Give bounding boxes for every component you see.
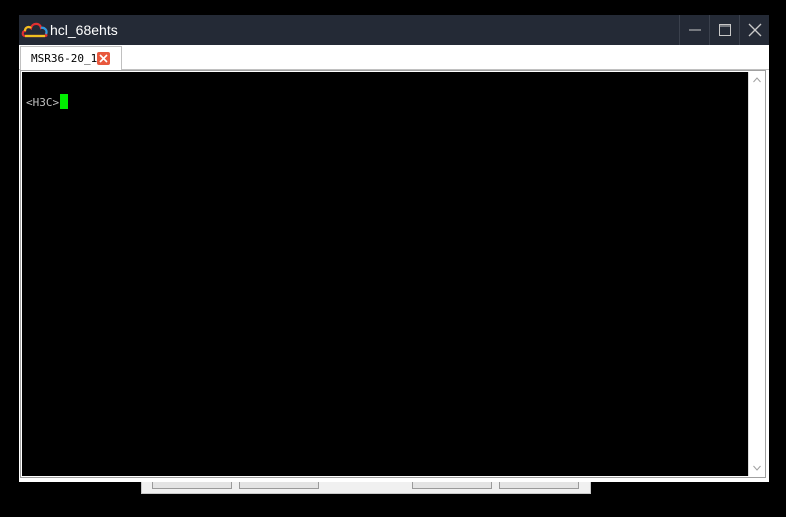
title-bar[interactable]: hcl_68ehts bbox=[19, 15, 769, 45]
terminal-cursor bbox=[60, 94, 69, 109]
terminal-area[interactable]: <H3C> bbox=[22, 72, 749, 476]
window-title: hcl_68ehts bbox=[50, 22, 118, 38]
cloud-logo-icon bbox=[21, 21, 49, 39]
tab-bar: MSR36-20_1 bbox=[19, 45, 769, 70]
terminal-prompt: <H3C> bbox=[26, 96, 60, 109]
tab-label: MSR36-20_1 bbox=[31, 52, 98, 65]
console-window: hcl_68ehts MSR36-20_1 <H3C> bbox=[19, 15, 769, 482]
close-button[interactable] bbox=[739, 15, 769, 45]
maximize-button[interactable] bbox=[709, 15, 739, 45]
tab-close-icon[interactable] bbox=[97, 52, 110, 65]
minimize-button[interactable] bbox=[679, 15, 709, 45]
scroll-up-button[interactable] bbox=[749, 72, 765, 88]
tab-msr36-20-1[interactable]: MSR36-20_1 bbox=[20, 46, 122, 70]
console-frame: <H3C> bbox=[20, 70, 766, 478]
vertical-scrollbar[interactable] bbox=[748, 72, 764, 476]
terminal-line: <H3C> bbox=[26, 94, 69, 110]
scroll-down-button[interactable] bbox=[749, 460, 765, 476]
